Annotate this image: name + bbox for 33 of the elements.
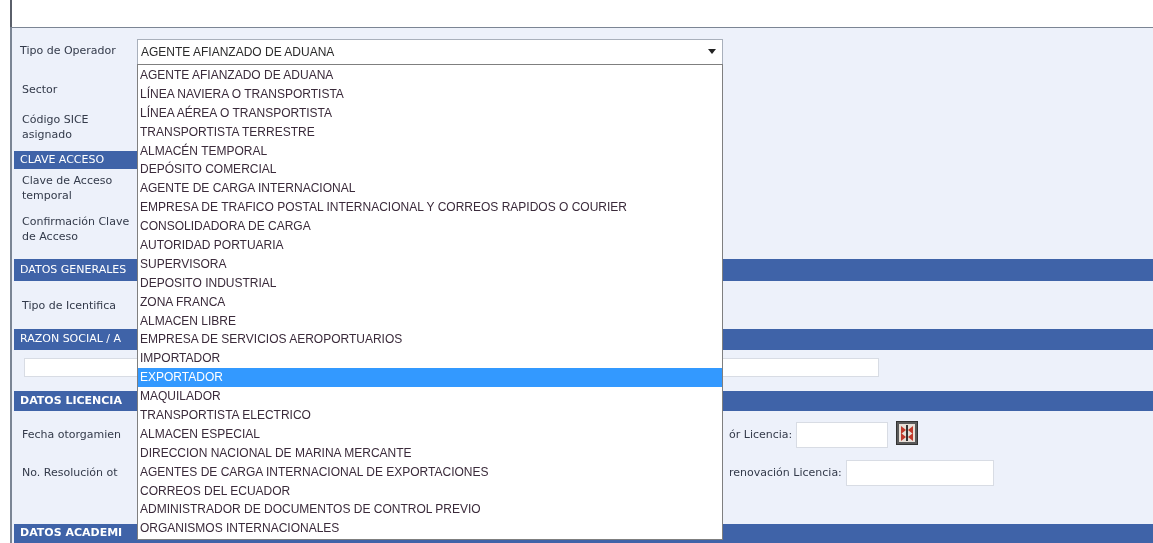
- field-label: ór Licencia:: [729, 426, 793, 443]
- dropdown-option[interactable]: EMPRESA DE TRAFICO POSTAL INTERNACIONAL Y CORREOS RAPIDOS O COURIER: [138, 198, 722, 218]
- dropdown-option[interactable]: AUTORIDAD PORTUARIA: [138, 236, 722, 255]
- dropdown-option[interactable]: TRANSPORTISTA TERRESTRE: [138, 122, 722, 142]
- field-label: renovación Licencia:: [729, 464, 842, 481]
- field-label: Código SICE asignado: [22, 112, 90, 142]
- dropdown-option[interactable]: LÍNEA NAVIERA O TRANSPORTISTA: [138, 84, 722, 104]
- dropdown-option[interactable]: ALMACÉN TEMPORAL: [138, 141, 722, 161]
- dropdown-option[interactable]: CORREOS DEL ECUADOR: [138, 481, 722, 501]
- dropdown-option[interactable]: IMPORTADOR: [138, 349, 722, 369]
- section-header: CLAVE ACCESO: [14, 151, 139, 169]
- calendar-icon[interactable]: [896, 421, 919, 445]
- dropdown-option[interactable]: ADMINISTRADOR DE DOCUMENTOS DE CONTROL PREVIO: [138, 500, 722, 520]
- dropdown-caret-icon: [708, 49, 716, 54]
- field-label: Sector: [22, 82, 59, 97]
- dropdown-option[interactable]: AGENTE AFIANZADO DE ADUANA: [138, 66, 722, 85]
- text-field[interactable]: [845, 460, 994, 486]
- field-label: Tipo de Operador: [20, 43, 117, 60]
- dropdown-option[interactable]: AGENTES DE CARGA INTERNACIONAL DE EXPORTACIONES: [138, 462, 722, 482]
- field-label: Clave de Acceso temporal: [22, 173, 114, 203]
- dropdown-option[interactable]: AGENTE DE CARGA INTERNACIONAL: [138, 179, 722, 199]
- operator-select[interactable]: AGENTE AFIANZADO DE ADUANA: [137, 38, 723, 65]
- dropdown-option[interactable]: EMPRESA DE SERVICIOS AEROPORTUARIOS: [138, 330, 722, 350]
- dropdown-option[interactable]: DEPÓSITO COMERCIAL: [138, 160, 722, 180]
- field-label: Confirmación Clave de Acceso: [22, 214, 131, 244]
- dropdown-option[interactable]: ZONA FRANCA: [138, 292, 722, 312]
- dropdown-option[interactable]: ALMACEN ESPECIAL: [138, 424, 722, 444]
- dropdown-option[interactable]: DIRECCION NACIONAL DE MARINA MERCANTE: [138, 443, 722, 463]
- dropdown-option[interactable]: ALMACEN LIBRE: [138, 311, 722, 331]
- dropdown-option[interactable]: LÍNEA AÉREA O TRANSPORTISTA: [138, 103, 722, 123]
- date-field[interactable]: [796, 422, 889, 448]
- dropdown-option[interactable]: CONSOLIDADORA DE CARGA: [138, 217, 722, 236]
- field-label: Tipo de Icentifica: [22, 297, 117, 313]
